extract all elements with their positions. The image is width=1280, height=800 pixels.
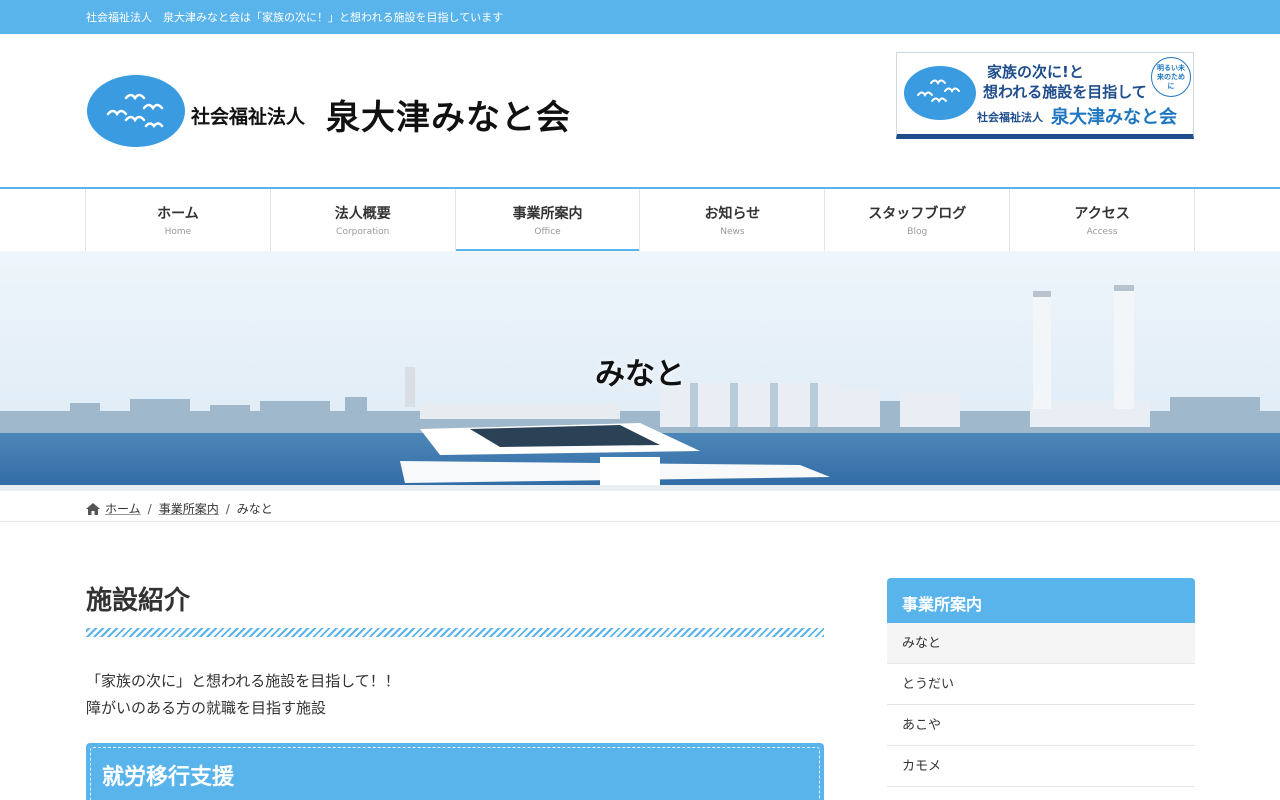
- breadcrumb-current: みなと: [236, 502, 273, 516]
- nav-item-label: アクセス: [1074, 206, 1130, 222]
- sidebar-item-toudai[interactable]: とうだい: [887, 664, 1195, 705]
- global-nav: ホーム Home 法人概要 Corporation 事業所案内 Office お…: [0, 187, 1280, 251]
- header-banner[interactable]: 家族の次に!と 想われる施設を目指して 社会福祉法人 泉大津みなと会 明るい未来…: [896, 52, 1194, 139]
- seagull-logo-icon: [87, 75, 185, 147]
- page-title: 施設紹介: [86, 586, 191, 616]
- nav-item-blog[interactable]: スタッフブログ Blog: [824, 189, 1009, 251]
- nav-item-access[interactable]: アクセス Access: [1009, 189, 1195, 251]
- breadcrumb-separator: /: [225, 501, 230, 516]
- banner-line2: 想われる施設を目指して: [983, 83, 1147, 101]
- breadcrumb: ホーム / 事業所案内 / みなと: [0, 491, 1280, 522]
- global-nav-list: ホーム Home 法人概要 Corporation 事業所案内 Office お…: [85, 189, 1195, 251]
- title-stripe-divider: [86, 628, 824, 637]
- hero-title: みなと: [595, 357, 685, 392]
- sidebar-item-minato[interactable]: みなと: [887, 623, 1195, 664]
- site-logo[interactable]: 社会福祉法人 泉大津みなと会: [86, 74, 606, 148]
- hero-banner: みなと: [0, 251, 1280, 491]
- nav-item-sublabel: Home: [164, 227, 192, 237]
- section-heading: 就労移行支援: [102, 765, 235, 790]
- logo-org-type: 社会福祉法人: [191, 106, 306, 128]
- intro-text: 「家族の次に」と想われる施設を目指して！！ 障がいのある方の就職を目指す施設: [86, 668, 400, 722]
- intro-line: 「家族の次に」と想われる施設を目指して！！: [86, 672, 400, 690]
- site-tagline: 社会福祉法人 泉大津みなと会は「家族の次に！」と想われる施設を目指しています: [86, 11, 504, 24]
- sidebar-title: 事業所案内: [902, 595, 983, 614]
- nav-item-news[interactable]: お知らせ News: [639, 189, 824, 251]
- sidebar-menu: みなと とうだい あこや カモメ: [887, 623, 1195, 787]
- nav-item-label: ホーム: [157, 206, 199, 222]
- nav-item-sublabel: Blog: [907, 227, 928, 237]
- nav-item-label: お知らせ: [704, 206, 761, 222]
- nav-item-sublabel: Corporation: [336, 227, 390, 237]
- nav-item-corporation[interactable]: 法人概要 Corporation: [269, 189, 455, 251]
- top-strip: 社会福祉法人 泉大津みなと会は「家族の次に！」と想われる施設を目指しています: [0, 0, 1280, 34]
- sidebar-item-kamome[interactable]: カモメ: [887, 746, 1195, 787]
- banner-circle-badge: 明るい未来のために: [1151, 57, 1191, 97]
- nav-item-sublabel: Office: [534, 227, 561, 237]
- nav-item-label: 法人概要: [334, 206, 391, 222]
- nav-item-sublabel: News: [720, 227, 745, 237]
- breadcrumb-separator: /: [147, 501, 152, 516]
- sidebar-item-akoya[interactable]: あこや: [887, 705, 1195, 746]
- sidebar-heading: 事業所案内: [887, 578, 1195, 632]
- nav-item-home[interactable]: ホーム Home: [85, 189, 270, 251]
- breadcrumb-office-link[interactable]: 事業所案内: [159, 500, 219, 517]
- nav-item-label: 事業所案内: [512, 206, 583, 222]
- section-heading-box: 就労移行支援: [86, 743, 824, 800]
- banner-org-name: 泉大津みなと会: [1051, 107, 1177, 128]
- nav-item-label: スタッフブログ: [868, 206, 967, 222]
- home-icon: [86, 502, 100, 515]
- intro-line: 障がいのある方の就職を目指す施設: [86, 699, 327, 717]
- banner-seagull-icon: [904, 66, 976, 120]
- nav-item-sublabel: Access: [1086, 227, 1118, 237]
- breadcrumb-home-link[interactable]: ホーム: [105, 500, 141, 517]
- logo-org-name: 泉大津みなと会: [326, 98, 571, 138]
- site-header: 社会福祉法人 泉大津みなと会 家族の次に!と 想われる施設を目指して 社会福祉法…: [0, 34, 1280, 187]
- banner-line1: 家族の次に!と: [987, 63, 1084, 81]
- banner-org-type: 社会福祉法人: [977, 111, 1043, 124]
- nav-item-office[interactable]: 事業所案内 Office: [454, 189, 640, 251]
